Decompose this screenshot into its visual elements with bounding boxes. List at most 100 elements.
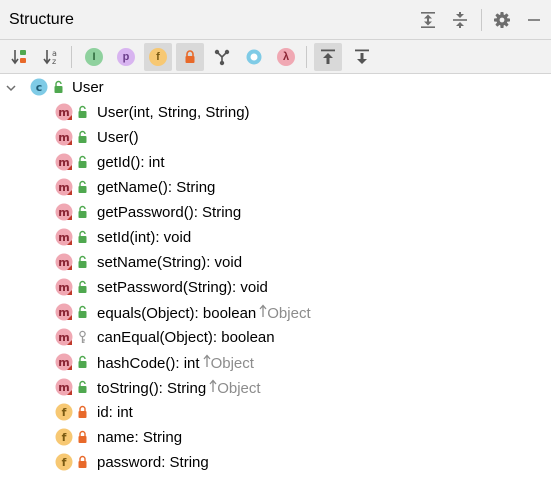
method-icon: m [55, 128, 73, 146]
tree-method-row[interactable]: m setName(String): void [0, 250, 551, 275]
tree-method-row[interactable]: m getId(): int [0, 150, 551, 175]
sort-alphabetically-icon: a z [43, 49, 57, 66]
svg-text:m: m [58, 306, 69, 319]
member-text: User(int, String, String) [97, 104, 250, 121]
field-icon: f [55, 428, 73, 446]
svg-text:c: c [36, 81, 43, 94]
method-icon: m [55, 203, 73, 221]
show-non-public-icon [185, 50, 195, 63]
autoscroll-to-source-button[interactable] [314, 43, 342, 71]
tree-field-row[interactable]: f name: String [0, 425, 551, 450]
svg-text:m: m [58, 331, 69, 344]
member-signature: User() [97, 129, 139, 146]
member-signature: hashCode(): int Object [97, 354, 254, 372]
svg-text:m: m [58, 106, 69, 119]
show-non-public-button[interactable] [176, 43, 204, 71]
member-signature: id: int [97, 404, 133, 421]
inherited-from-label: Object [256, 304, 311, 322]
member-signature: setId(int): void [97, 229, 191, 246]
public-lock-icon [78, 230, 87, 243]
tree-method-row[interactable]: m getName(): String [0, 175, 551, 200]
tree-method-row[interactable]: m User() [0, 125, 551, 150]
autoscroll-from-source-button[interactable] [348, 43, 376, 71]
minimize-icon [528, 19, 540, 21]
svg-text:m: m [58, 381, 69, 394]
method-icon: m [55, 278, 73, 296]
public-lock-icon [54, 80, 63, 93]
protected-key-icon [79, 330, 86, 343]
public-lock-icon [78, 180, 87, 193]
class-icon: c [30, 78, 48, 96]
method-icon: m [55, 353, 73, 371]
member-text: User() [97, 129, 139, 146]
member-text: toString(): String [97, 380, 207, 397]
tree-field-row[interactable]: f id: int [0, 400, 551, 425]
svg-text:f: f [62, 456, 67, 469]
public-lock-icon [78, 130, 87, 143]
show-lambdas-button[interactable]: λ [272, 43, 300, 71]
sort-alphabetically-button[interactable]: a z [38, 43, 66, 71]
method-icon: m [55, 303, 73, 321]
public-lock-icon [78, 280, 87, 293]
svg-text:m: m [58, 356, 69, 369]
member-signature: User(int, String, String) [97, 104, 250, 121]
member-signature: canEqual(Object): boolean [97, 329, 275, 346]
show-inherited-icon: I [85, 48, 103, 66]
method-icon: m [55, 228, 73, 246]
expand-all-button[interactable] [416, 8, 440, 32]
svg-text:m: m [58, 281, 69, 294]
private-lock-icon [78, 405, 87, 418]
show-anonymous-classes-button[interactable] [208, 43, 236, 71]
chevron-down-icon[interactable] [5, 82, 17, 94]
show-fields-button[interactable]: f [144, 43, 172, 71]
member-signature: password: String [97, 454, 209, 471]
svg-text:z: z [52, 57, 56, 66]
member-signature: name: String [97, 429, 182, 446]
tree-method-row[interactable]: m toString(): String Object [0, 375, 551, 400]
member-text: equals(Object): boolean [97, 305, 257, 322]
method-icon: m [55, 328, 73, 346]
hide-panel-button[interactable] [522, 8, 546, 32]
tree-method-row[interactable]: m getPassword(): String [0, 200, 551, 225]
panel-title: Structure [9, 11, 74, 28]
tree-method-row[interactable]: m setPassword(String): void [0, 275, 551, 300]
settings-button[interactable] [490, 8, 514, 32]
show-anonymous-classes-icon [214, 49, 230, 66]
sort-by-visibility-button[interactable] [6, 43, 34, 71]
field-icon: f [55, 403, 73, 421]
tree-method-row[interactable]: m setId(int): void [0, 225, 551, 250]
member-text: name: String [97, 429, 183, 446]
tree-method-row[interactable]: m equals(Object): boolean Object [0, 300, 551, 325]
public-lock-icon [78, 380, 87, 393]
member-signature: toString(): String Object [97, 379, 261, 397]
member-text: setPassword(String): void [97, 279, 268, 296]
tree-method-row[interactable]: m User(int, String, String) [0, 100, 551, 125]
autoscroll-from-source-icon [355, 49, 369, 64]
tree-method-row[interactable]: m canEqual(Object): boolean [0, 325, 551, 350]
member-signature: setPassword(String): void [97, 279, 268, 296]
autoscroll-to-source-icon [321, 49, 335, 64]
member-signature: getId(): int [97, 154, 165, 171]
show-properties-button[interactable]: p [112, 43, 140, 71]
private-lock-icon [78, 455, 87, 468]
field-icon: f [55, 453, 73, 471]
private-lock-icon [78, 430, 87, 443]
show-properties-icon: p [117, 48, 135, 66]
svg-text:m: m [58, 181, 69, 194]
member-text: getId(): int [97, 154, 165, 171]
member-text: setId(int): void [97, 229, 192, 246]
inherited-from-label: Object [200, 354, 254, 372]
show-lambdas-icon: λ [277, 48, 295, 66]
tree-class-row[interactable]: c User [0, 75, 551, 100]
tree-field-row[interactable]: f password: String [0, 450, 551, 475]
tree-method-row[interactable]: m hashCode(): int Object [0, 350, 551, 375]
show-inherited-button[interactable]: I [80, 43, 108, 71]
show-interfaces-button[interactable] [240, 43, 268, 71]
collapse-all-button[interactable] [448, 8, 472, 32]
sort-by-visibility-icon [11, 50, 26, 65]
member-text: setName(String): void [97, 254, 243, 271]
show-fields-icon: f [149, 48, 167, 66]
public-lock-icon [78, 355, 87, 368]
member-signature: getName(): String [97, 179, 215, 196]
expand-all-icon [421, 12, 435, 28]
